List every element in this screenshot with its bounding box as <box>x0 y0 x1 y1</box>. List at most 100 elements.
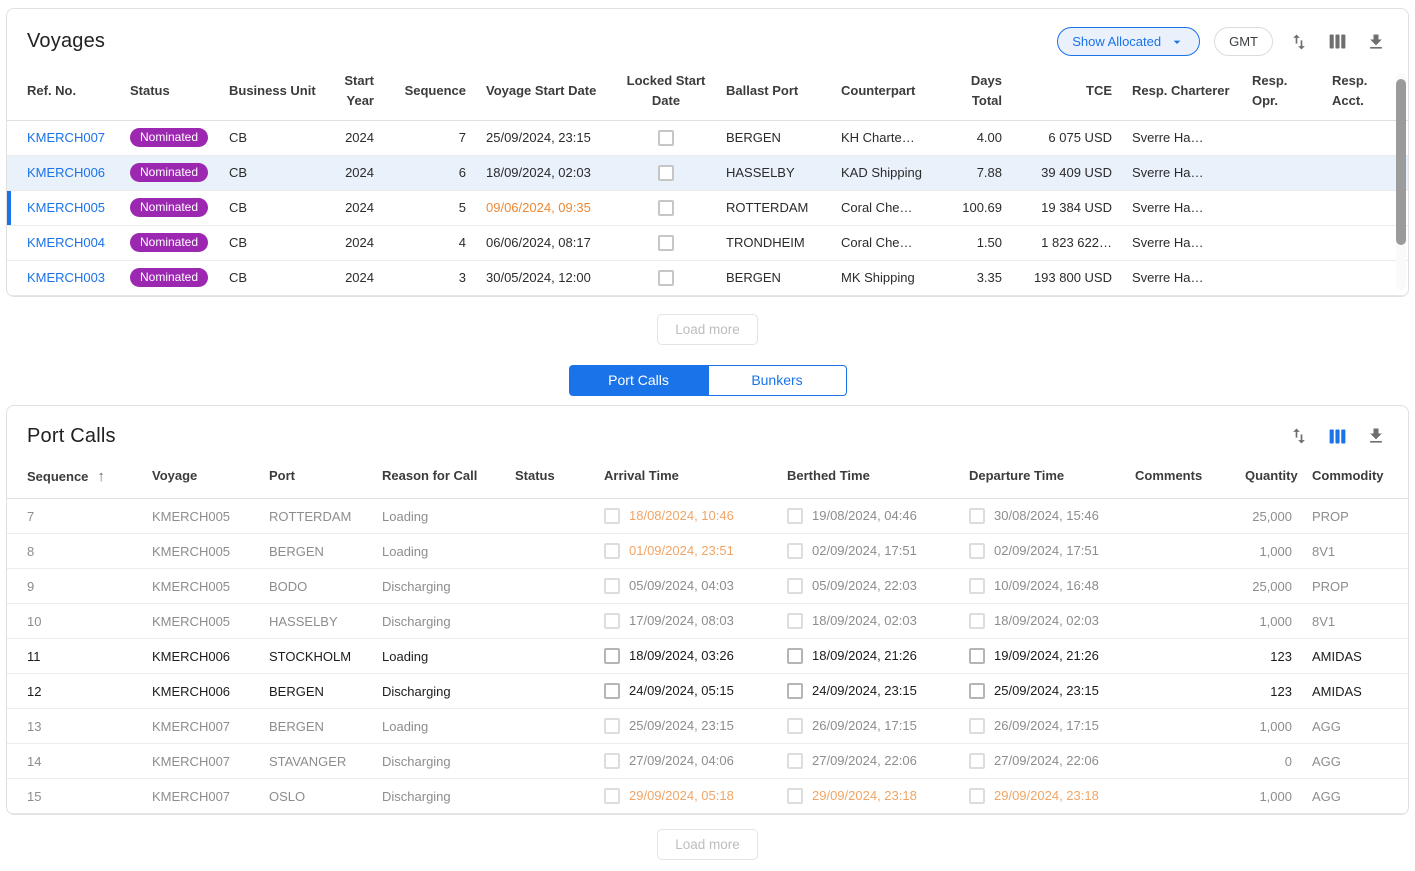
berthed-time-checkbox[interactable] <box>787 788 803 804</box>
column-header-days-total[interactable]: Days Total <box>946 62 1012 120</box>
vertical-scrollbar[interactable] <box>1396 73 1406 290</box>
voyage-table-row[interactable]: KMERCH007 Nominated CB 2024 7 25/09/2024… <box>7 120 1408 155</box>
port-call-table-row[interactable]: 7 KMERCH005 ROTTERDAM Loading 18/08/2024… <box>7 499 1408 534</box>
voyage-ref-link[interactable]: KMERCH003 <box>27 270 105 285</box>
departure-time-checkbox[interactable] <box>969 648 985 664</box>
column-header-berthed-time[interactable]: Berthed Time <box>777 455 959 499</box>
locked-start-date-checkbox[interactable] <box>658 270 674 286</box>
arrival-time-checkbox[interactable] <box>604 683 620 699</box>
port-call-table-row[interactable]: 8 KMERCH005 BERGEN Loading 01/09/2024, 2… <box>7 534 1408 569</box>
arrival-time-checkbox[interactable] <box>604 543 620 559</box>
sort-rows-button[interactable] <box>1287 30 1311 54</box>
berthed-time-checkbox[interactable] <box>787 543 803 559</box>
voyage-table-row[interactable]: KMERCH006 Nominated CB 2024 6 18/09/2024… <box>7 155 1408 190</box>
departure-time-checkbox[interactable] <box>969 683 985 699</box>
arrival-time-checkbox[interactable] <box>604 578 620 594</box>
columns-button[interactable] <box>1325 424 1350 449</box>
column-header-tce[interactable]: TCE <box>1012 62 1122 120</box>
column-header-voyage[interactable]: Voyage <box>142 455 259 499</box>
column-header-resp-opr-[interactable]: Resp. Opr. <box>1242 62 1322 120</box>
columns-button[interactable] <box>1325 29 1350 54</box>
berthed-time-checkbox[interactable] <box>787 683 803 699</box>
sort-rows-button[interactable] <box>1287 424 1311 448</box>
port-calls-panel: Port Calls Sequence↑VoyagePortReason for <box>6 405 1409 816</box>
load-more-voyages-button[interactable]: Load more <box>657 314 758 345</box>
departure-time-checkbox[interactable] <box>969 718 985 734</box>
berthed-time-checkbox[interactable] <box>787 718 803 734</box>
arrival-time-checkbox[interactable] <box>604 613 620 629</box>
departure-time-checkbox[interactable] <box>969 613 985 629</box>
arrival-time-checkbox[interactable] <box>604 788 620 804</box>
column-header-port[interactable]: Port <box>259 455 372 499</box>
voyage-ref-link[interactable]: KMERCH007 <box>27 130 105 145</box>
berthed-time-checkbox[interactable] <box>787 613 803 629</box>
download-button[interactable] <box>1364 424 1388 448</box>
voyage-ref-link[interactable]: KMERCH004 <box>27 235 105 250</box>
berthed-time-checkbox[interactable] <box>787 578 803 594</box>
cell-voyage: KMERCH005 <box>142 604 259 639</box>
port-call-table-row[interactable]: 15 KMERCH007 OSLO Discharging 29/09/2024… <box>7 779 1408 814</box>
cell-voyage: KMERCH007 <box>142 744 259 779</box>
show-allocated-dropdown[interactable]: Show Allocated <box>1057 27 1200 56</box>
port-call-table-row[interactable]: 9 KMERCH005 BODO Discharging 05/09/2024,… <box>7 569 1408 604</box>
departure-time-checkbox[interactable] <box>969 543 985 559</box>
column-header-start-year[interactable]: Start Year <box>327 62 384 120</box>
column-header-departure-time[interactable]: Departure Time <box>959 455 1125 499</box>
voyage-ref-link[interactable]: KMERCH006 <box>27 165 105 180</box>
column-header-sequence[interactable]: Sequence↑ <box>7 455 142 499</box>
voyage-table-row[interactable]: KMERCH004 Nominated CB 2024 4 06/06/2024… <box>7 225 1408 260</box>
scrollbar-thumb[interactable] <box>1396 79 1406 245</box>
column-header-sequence[interactable]: Sequence <box>384 62 476 120</box>
voyage-table-row[interactable]: KMERCH005 Nominated CB 2024 5 09/06/2024… <box>7 190 1408 225</box>
arrival-time-checkbox[interactable] <box>604 753 620 769</box>
tab-port-calls[interactable]: Port Calls <box>569 365 708 396</box>
column-header-voyage-start-date[interactable]: Voyage Start Date <box>476 62 616 120</box>
cell-port: BERGEN <box>259 674 372 709</box>
berthed-time-value: 18/09/2024, 02:03 <box>812 613 917 628</box>
cell-arrival-time: 18/09/2024, 03:26 <box>594 639 777 674</box>
column-header-ballast-port[interactable]: Ballast Port <box>716 62 831 120</box>
column-header-reason-for-call[interactable]: Reason for Call <box>372 455 505 499</box>
port-call-table-row[interactable]: 10 KMERCH005 HASSELBY Discharging 17/09/… <box>7 604 1408 639</box>
voyages-header-row: Ref. No.StatusBusiness UnitStart YearSeq… <box>7 62 1408 120</box>
load-more-port-calls-button[interactable]: Load more <box>657 829 758 860</box>
column-header-comments[interactable]: Comments <box>1125 455 1235 499</box>
column-header-counterpart[interactable]: Counterpart <box>831 62 946 120</box>
berthed-time-checkbox[interactable] <box>787 648 803 664</box>
column-header-commodity[interactable]: Commodity <box>1302 455 1408 499</box>
locked-start-date-checkbox[interactable] <box>658 235 674 251</box>
column-header-ref-no-[interactable]: Ref. No. <box>7 62 120 120</box>
berthed-time-checkbox[interactable] <box>787 753 803 769</box>
cell-sequence: 11 <box>7 639 142 674</box>
arrival-time-checkbox[interactable] <box>604 718 620 734</box>
column-header-arrival-time[interactable]: Arrival Time <box>594 455 777 499</box>
departure-time-checkbox[interactable] <box>969 788 985 804</box>
column-header-quantity[interactable]: Quantity <box>1235 455 1302 499</box>
port-call-table-row[interactable]: 12 KMERCH006 BERGEN Discharging 24/09/20… <box>7 674 1408 709</box>
voyage-ref-link[interactable]: KMERCH005 <box>27 200 105 215</box>
voyage-table-row[interactable]: KMERCH003 Nominated CB 2024 3 30/05/2024… <box>7 260 1408 295</box>
locked-start-date-checkbox[interactable] <box>658 130 674 146</box>
column-header-status[interactable]: Status <box>120 62 219 120</box>
column-header-label: Arrival Time <box>604 468 679 483</box>
port-call-table-row[interactable]: 13 KMERCH007 BERGEN Loading 25/09/2024, … <box>7 709 1408 744</box>
departure-time-checkbox[interactable] <box>969 753 985 769</box>
column-header-status[interactable]: Status <box>505 455 594 499</box>
arrival-time-checkbox[interactable] <box>604 508 620 524</box>
cell-sequence: 14 <box>7 744 142 779</box>
column-header-resp-charterer[interactable]: Resp. Charterer <box>1122 62 1242 120</box>
voyage-start-date-value: 25/09/2024, 23:15 <box>486 130 591 145</box>
port-call-table-row[interactable]: 11 KMERCH006 STOCKHOLM Loading 18/09/202… <box>7 639 1408 674</box>
arrival-time-checkbox[interactable] <box>604 648 620 664</box>
column-header-locked-start-date[interactable]: Locked Start Date <box>616 62 716 120</box>
download-button[interactable] <box>1364 30 1388 54</box>
port-call-table-row[interactable]: 14 KMERCH007 STAVANGER Discharging 27/09… <box>7 744 1408 779</box>
tab-bunkers[interactable]: Bunkers <box>708 365 847 396</box>
locked-start-date-checkbox[interactable] <box>658 165 674 181</box>
timezone-button[interactable]: GMT <box>1214 27 1273 56</box>
column-header-business-unit[interactable]: Business Unit <box>219 62 327 120</box>
locked-start-date-checkbox[interactable] <box>658 200 674 216</box>
departure-time-checkbox[interactable] <box>969 578 985 594</box>
berthed-time-checkbox[interactable] <box>787 508 803 524</box>
departure-time-checkbox[interactable] <box>969 508 985 524</box>
